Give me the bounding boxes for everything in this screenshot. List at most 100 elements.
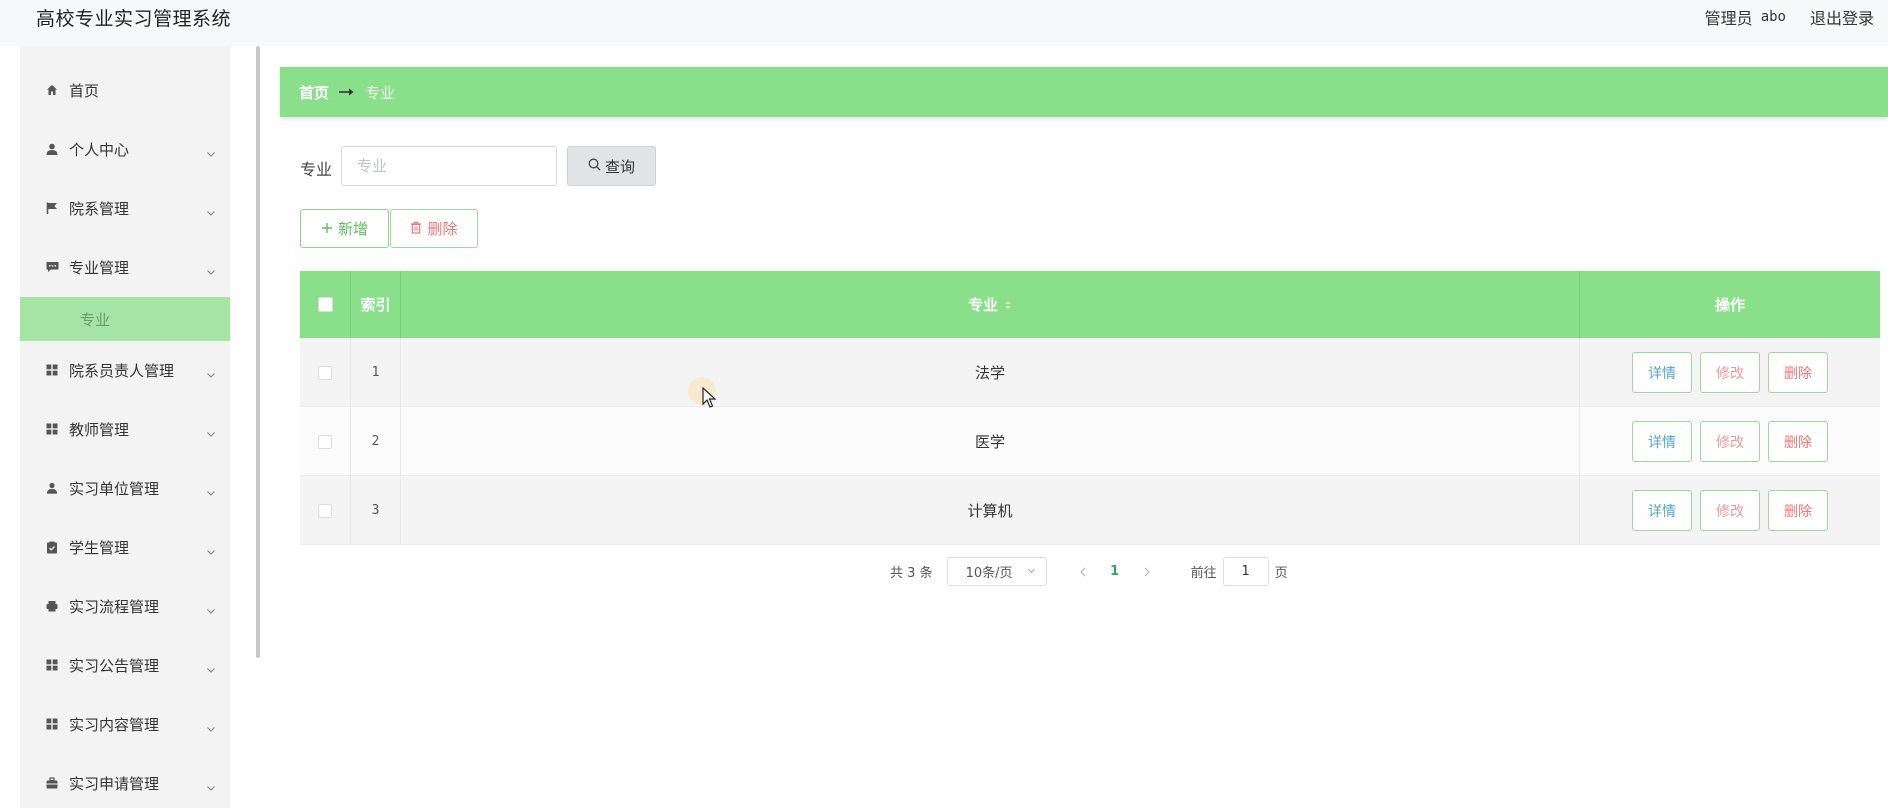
- row-actions: 详情 修改 删除: [1580, 338, 1880, 407]
- header-checkbox-cell: [300, 271, 351, 338]
- sidebar-item-dept-leads[interactable]: 院系员责人管理: [20, 348, 230, 392]
- grid-icon: [45, 422, 59, 436]
- arrow-right-icon: [339, 83, 355, 101]
- chevron-down-icon: [206, 424, 216, 437]
- row-actions: 详情 修改 删除: [1580, 407, 1880, 476]
- column-header-operations: 操作: [1714, 296, 1745, 314]
- delete-button[interactable]: 删除: [1768, 490, 1828, 531]
- search-label: 专业: [300, 160, 333, 179]
- delete-button[interactable]: 删除: [1768, 352, 1828, 393]
- prev-page-button[interactable]: [1069, 558, 1097, 586]
- sidebar-item-label: 实习流程管理: [69, 597, 160, 616]
- table-row[interactable]: 2 医学 详情 修改 删除: [300, 407, 1880, 476]
- sort-icon[interactable]: [1004, 299, 1012, 311]
- user-icon: [45, 142, 59, 156]
- person-icon: [45, 481, 59, 495]
- mouse-cursor-icon: [702, 386, 717, 413]
- top-bar: 高校专业实习管理系统 管理员 abo 退出登录: [0, 0, 1888, 46]
- goto-label: 前往: [1190, 566, 1217, 581]
- sidebar-item-departments[interactable]: 院系管理: [20, 186, 230, 230]
- detail-button[interactable]: 详情: [1632, 352, 1692, 393]
- sidebar-item-majors[interactable]: 专业管理: [20, 245, 230, 289]
- select-all-checkbox[interactable]: [317, 297, 333, 312]
- pagination-total: 共 3 条: [890, 562, 933, 581]
- total-prefix: 共: [890, 566, 904, 581]
- sidebar-item-label: 院系员责人管理: [69, 361, 175, 380]
- grid-icon: [45, 658, 59, 672]
- row-major: 法学: [401, 338, 1580, 407]
- sidebar-item-content[interactable]: 实习内容管理: [20, 702, 230, 746]
- sidebar-item-label: 个人中心: [69, 140, 130, 159]
- detail-button[interactable]: 详情: [1632, 421, 1692, 462]
- page-size-value: 10条/页: [965, 566, 1013, 581]
- sidebar-item-students[interactable]: 学生管理: [20, 525, 230, 569]
- flag-icon: [45, 201, 59, 215]
- sidebar-item-applications[interactable]: 实习申请管理: [20, 761, 230, 805]
- sidebar-scrollbar[interactable]: [256, 46, 260, 658]
- edit-button[interactable]: 修改: [1700, 490, 1760, 531]
- total-count: 3: [907, 566, 916, 581]
- sidebar-item-home[interactable]: 首页: [20, 68, 230, 112]
- row-checkbox[interactable]: [318, 503, 332, 518]
- logout-link[interactable]: 退出登录: [1810, 5, 1874, 29]
- sidebar-item-label: 实习公告管理: [69, 656, 160, 675]
- sidebar-item-label: 实习单位管理: [69, 479, 160, 498]
- row-checkbox-cell: [300, 476, 351, 545]
- pagination: 共 3 条 10条/页 1 前往 页: [890, 557, 1288, 586]
- chevron-down-icon: [206, 144, 216, 157]
- row-checkbox[interactable]: [318, 434, 332, 449]
- total-suffix: 条: [919, 566, 933, 581]
- sidebar-item-label: 学生管理: [69, 538, 130, 557]
- sidebar-item-label: 院系管理: [69, 199, 130, 218]
- sidebar-item-label: 教师管理: [69, 420, 130, 439]
- major-search-input[interactable]: [341, 146, 557, 186]
- table-row[interactable]: 3 计算机 详情 修改 删除: [300, 476, 1880, 545]
- printer-icon: [45, 599, 59, 613]
- sidebar-item-announcements[interactable]: 实习公告管理: [20, 643, 230, 687]
- page-size-select[interactable]: 10条/页: [946, 557, 1047, 586]
- sidebar-subitem-label: 专业: [80, 310, 111, 329]
- sidebar-item-teachers[interactable]: 教师管理: [20, 407, 230, 451]
- page-number-current[interactable]: 1: [1097, 558, 1133, 586]
- edit-button[interactable]: 修改: [1700, 421, 1760, 462]
- user-role: 管理员: [1704, 9, 1753, 28]
- add-button[interactable]: 新增: [300, 209, 389, 248]
- sidebar-item-label: 首页: [69, 81, 100, 100]
- sidebar-item-process[interactable]: 实习流程管理: [20, 584, 230, 628]
- breadcrumb: 首页 专业: [280, 67, 1888, 117]
- column-header-major[interactable]: 专业: [401, 271, 1580, 338]
- sidebar-item-profile[interactable]: 个人中心: [20, 127, 230, 171]
- delete-button[interactable]: 删除: [1768, 421, 1828, 462]
- batch-delete-button[interactable]: 删除: [390, 209, 478, 248]
- query-button[interactable]: 查询: [567, 146, 656, 186]
- query-button-label: 查询: [604, 157, 635, 176]
- row-checkbox[interactable]: [318, 365, 332, 380]
- chevron-down-icon: [206, 778, 216, 791]
- column-header-major-label: 专业: [967, 296, 998, 314]
- chevron-down-icon: [206, 365, 216, 378]
- goto-page-input[interactable]: [1222, 557, 1269, 586]
- edit-button[interactable]: 修改: [1700, 352, 1760, 393]
- chevron-down-icon: [1027, 564, 1036, 579]
- goto-unit: 页: [1274, 566, 1288, 581]
- grid-icon: [45, 717, 59, 731]
- search-icon: [588, 157, 605, 175]
- next-page-button[interactable]: [1133, 558, 1161, 586]
- chevron-down-icon: [206, 203, 216, 216]
- batch-delete-button-label: 删除: [427, 220, 458, 238]
- table-row[interactable]: 1 法学 详情 修改 删除: [300, 338, 1880, 407]
- clipboard-icon: [45, 540, 59, 554]
- breadcrumb-home-link[interactable]: 首页: [299, 82, 329, 103]
- chat-icon: [45, 260, 59, 274]
- chevron-down-icon: [206, 262, 216, 275]
- row-index: 2: [351, 407, 401, 476]
- app-title: 高校专业实习管理系统: [36, 8, 232, 30]
- chevron-down-icon: [206, 601, 216, 614]
- detail-button[interactable]: 详情: [1632, 490, 1692, 531]
- chevron-down-icon: [206, 719, 216, 732]
- sidebar-item-companies[interactable]: 实习单位管理: [20, 466, 230, 510]
- sidebar-subitem-major[interactable]: 专业: [20, 297, 230, 341]
- sidebar-item-label: 专业管理: [69, 258, 130, 277]
- chevron-down-icon: [206, 542, 216, 555]
- user-area: 管理员 abo 退出登录: [1705, 5, 1874, 29]
